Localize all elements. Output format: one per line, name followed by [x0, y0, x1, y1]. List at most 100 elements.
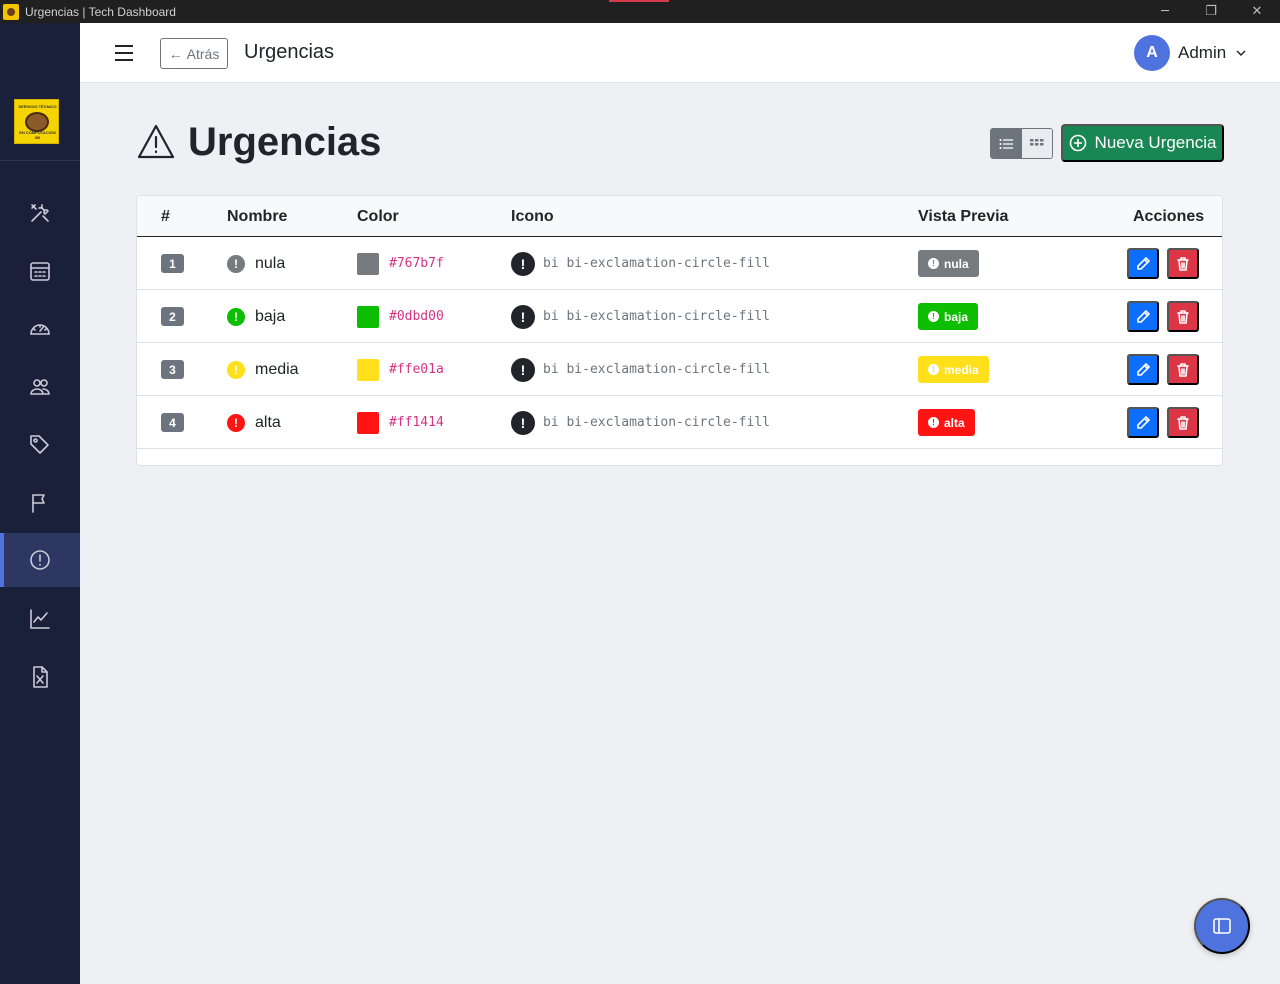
column-header-icon: Icono [511, 208, 554, 225]
back-label: Atrás [186, 45, 220, 62]
sidebar-item-speedometer[interactable] [0, 302, 80, 356]
icon-class: bi bi-exclamation-circle-fill [543, 415, 770, 430]
preview-label: alta [944, 415, 965, 430]
list-view-button[interactable] [991, 129, 1022, 158]
tags-icon [30, 435, 49, 454]
hamburger-line [115, 59, 133, 61]
titlebar-accent [609, 0, 669, 2]
edit-button[interactable] [1127, 407, 1159, 438]
user-menu[interactable]: A Admin [1134, 35, 1246, 71]
topbar: ← Atrás Urgencias A Admin [80, 23, 1280, 83]
pencil-icon [1137, 362, 1150, 376]
table-row: 1 ! nula #767b7f ! bi bi-exclamation-cir… [137, 237, 1222, 290]
new-urgencia-button[interactable]: Nueva Urgencia [1061, 124, 1224, 162]
hamburger-line [115, 45, 133, 47]
column-header-actions: Acciones [1133, 208, 1205, 225]
icon-class: bi bi-exclamation-circle-fill [543, 256, 770, 271]
preview-label: nula [944, 256, 969, 271]
table-header: # Nombre Color Icono Vista Previa Accion… [137, 196, 1222, 237]
exclamation-circle-icon: ! [928, 364, 939, 375]
preview-badge: ! alta [918, 409, 975, 436]
trash-icon [1177, 415, 1189, 430]
delete-button[interactable] [1167, 407, 1199, 438]
exclamation-circle-icon: ! [227, 413, 245, 432]
row-index-badge: 2 [161, 307, 184, 326]
exclamation-circle-icon: ! [227, 254, 245, 273]
minimize-button[interactable]: ─ [1142, 0, 1188, 23]
preview-label: baja [944, 309, 969, 324]
pencil-icon [1137, 256, 1150, 270]
grid-view-button[interactable] [1021, 129, 1052, 158]
window-title: Urgencias | Tech Dashboard [25, 4, 176, 19]
logo-mascot-icon [25, 112, 49, 132]
exclamation-circle-icon: ! [928, 311, 939, 322]
grid-icon [1029, 138, 1044, 145]
color-swatch [357, 305, 379, 328]
preview-badge: ! baja [918, 303, 979, 330]
trash-icon [1177, 362, 1189, 377]
menu-toggle-button[interactable] [115, 45, 133, 61]
page-title: Urgencias [244, 41, 335, 63]
color-hex: #767b7f [389, 256, 444, 271]
app-icon [3, 3, 19, 20]
sidebar-item-graph[interactable] [0, 592, 80, 646]
arrow-left-icon: ← [168, 45, 183, 62]
urgencia-name: media [255, 360, 299, 378]
edit-button[interactable] [1127, 248, 1159, 279]
sidebar-item-people[interactable] [0, 360, 80, 414]
page-heading-title: Urgencias [188, 119, 382, 164]
color-hex: #ff1414 [389, 415, 444, 430]
urgencia-name: nula [255, 254, 286, 272]
row-index-badge: 4 [161, 413, 184, 432]
sidebar-toggle-fab[interactable] [1194, 898, 1250, 954]
edit-button[interactable] [1127, 301, 1159, 332]
maximize-button[interactable]: ❐ [1188, 0, 1234, 23]
urgencia-name: alta [255, 413, 281, 431]
view-toggle [990, 128, 1053, 159]
logo-text: SERVICIO TÉCNICO [18, 104, 57, 109]
color-swatch [357, 252, 379, 275]
sidebar: SERVICIO TÉCNICO EN COMPUTACIÓN 6B [0, 23, 80, 984]
window-controls: ─ ❐ ✕ [1142, 0, 1280, 23]
exclamation-circle-icon: ! [928, 417, 939, 428]
trash-icon [1177, 256, 1189, 271]
page-heading: Urgencias [136, 118, 381, 166]
list-icon [999, 138, 1014, 149]
icon-class: bi bi-exclamation-circle-fill [543, 362, 770, 377]
layout-sidebar-icon [1213, 918, 1231, 934]
delete-button[interactable] [1167, 301, 1199, 332]
sidebar-divider [0, 160, 80, 161]
column-header-index: # [161, 208, 170, 225]
user-name: Admin [1178, 43, 1227, 62]
delete-button[interactable] [1167, 354, 1199, 385]
exclamation-circle-icon [30, 550, 50, 570]
sidebar-item-flag[interactable] [0, 476, 80, 530]
brand-logo[interactable]: SERVICIO TÉCNICO EN COMPUTACIÓN 6B [14, 99, 59, 144]
exclamation-circle-icon: ! [511, 410, 535, 435]
sidebar-item-calendar[interactable] [0, 244, 80, 298]
icon-class: bi bi-exclamation-circle-fill [543, 309, 770, 324]
back-button[interactable]: ← Atrás [160, 38, 228, 69]
file-excel-icon [33, 666, 48, 688]
close-button[interactable]: ✕ [1234, 0, 1280, 23]
calendar-icon [30, 262, 50, 281]
delete-button[interactable] [1167, 248, 1199, 279]
preview-badge: ! media [918, 356, 989, 383]
warning-triangle-icon [137, 124, 175, 159]
pencil-icon [1137, 309, 1150, 323]
sidebar-item-tags[interactable] [0, 418, 80, 472]
tools-icon [31, 204, 49, 222]
table-row: 2 ! baja #0dbd00 ! bi bi-exclamation-cir… [137, 290, 1222, 343]
flag-icon [32, 494, 45, 513]
sidebar-item-excel[interactable] [0, 650, 80, 704]
new-urgencia-label: Nueva Urgencia [1094, 133, 1217, 152]
preview-badge: ! nula [918, 250, 979, 277]
preview-label: media [944, 362, 979, 377]
hamburger-line [115, 52, 133, 54]
sidebar-item-urgencias[interactable] [0, 533, 80, 587]
people-icon [30, 379, 50, 395]
urgencias-table: # Nombre Color Icono Vista Previa Accion… [136, 195, 1223, 466]
edit-button[interactable] [1127, 354, 1159, 385]
sidebar-item-tools[interactable] [0, 186, 80, 240]
table-row: 3 ! media #ffe01a ! bi bi-exclamation-ci… [137, 343, 1222, 396]
